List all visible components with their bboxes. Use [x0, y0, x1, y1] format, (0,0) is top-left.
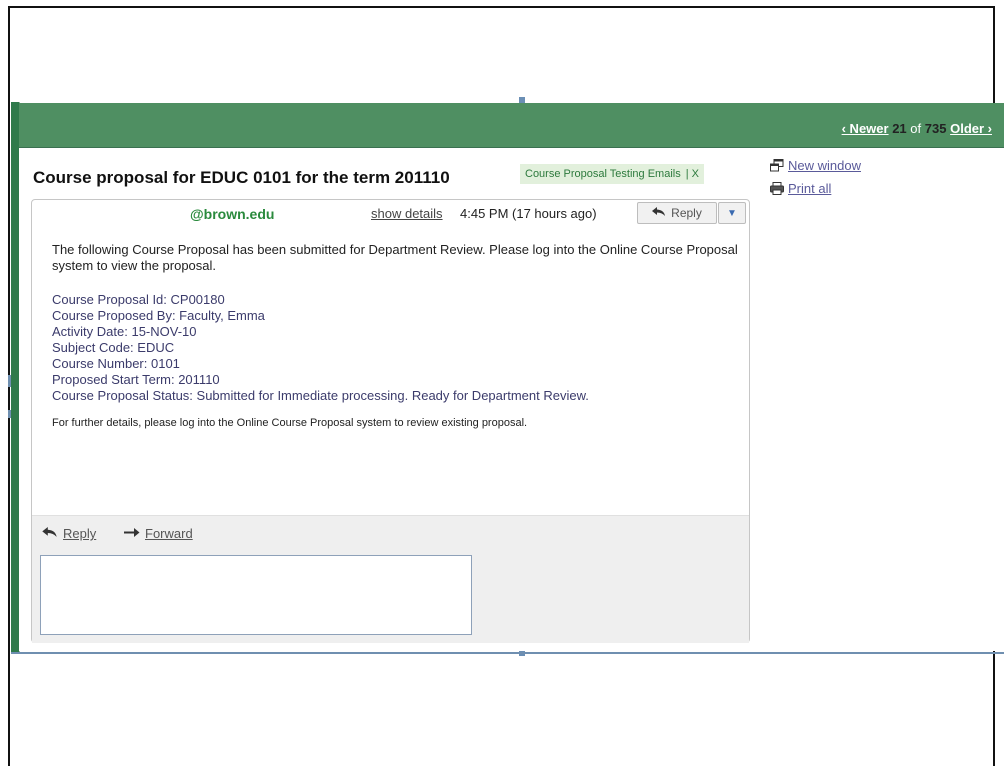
detail-line: Course Proposed By: Faculty, Emma — [52, 308, 265, 323]
more-options-button[interactable]: ▼ — [718, 202, 746, 224]
detail-line: Course Proposal Status: Submitted for Im… — [52, 388, 589, 403]
reply-button-label: Reply — [671, 206, 702, 220]
of-label: of — [910, 121, 922, 136]
printer-icon — [770, 182, 788, 195]
message-body: The following Course Proposal has been s… — [52, 242, 742, 430]
total-count: 735 — [924, 121, 947, 136]
forward-arrow-icon — [124, 526, 140, 541]
detail-line: Subject Code: EDUC — [52, 340, 175, 355]
detail-line: Course Number: 0101 — [52, 356, 180, 371]
message-card: @brown.edu show details 4:45 PM (17 hour… — [31, 199, 750, 643]
reply-arrow-icon — [42, 526, 58, 541]
message-footer: For further details, please log into the… — [52, 417, 528, 429]
message-header: @brown.edu show details 4:45 PM (17 hour… — [32, 200, 749, 228]
reply-button[interactable]: Reply — [637, 202, 717, 224]
detail-line: Proposed Start Term: 201110 — [52, 372, 220, 387]
current-index: 21 — [892, 121, 907, 136]
remove-label-button[interactable]: | X — [686, 168, 699, 180]
email-subject: Course proposal for EDUC 0101 for the te… — [33, 168, 450, 187]
new-window-icon — [770, 159, 788, 172]
show-details-link[interactable]: show details — [371, 206, 443, 221]
detail-line: Activity Date: 15-NOV-10 — [52, 324, 197, 339]
reply-textbox[interactable] — [40, 555, 472, 635]
proposal-details: Course Proposal Id: CP00180 Course Propo… — [52, 292, 742, 404]
reply-arrow-icon — [652, 206, 666, 220]
older-link[interactable]: Older › — [950, 121, 992, 136]
sender-address[interactable]: @brown.edu — [190, 206, 274, 222]
conversation-pager: ‹ Newer 21 of 735 Older › — [842, 121, 992, 136]
label-chip[interactable]: Course Proposal Testing Emails | X — [520, 164, 705, 184]
new-window-link[interactable]: New window — [788, 158, 861, 173]
reply-link[interactable]: Reply — [63, 526, 96, 541]
new-window-action[interactable]: New window — [770, 158, 861, 173]
message-time: 4:45 PM (17 hours ago) — [460, 206, 597, 221]
forward-action[interactable]: Forward — [124, 526, 193, 541]
print-all-link[interactable]: Print all — [788, 181, 831, 196]
side-actions: New window Print all — [770, 158, 861, 204]
reply-action[interactable]: Reply — [42, 526, 96, 541]
print-all-action[interactable]: Print all — [770, 181, 861, 196]
label-name: Course Proposal Testing Emails — [525, 168, 681, 180]
dropdown-arrow-icon: ▼ — [727, 207, 737, 219]
newer-link[interactable]: ‹ Newer — [842, 121, 889, 136]
message-intro: The following Course Proposal has been s… — [52, 242, 738, 273]
reply-area: Reply Forward — [32, 515, 749, 643]
detail-line: Course Proposal Id: CP00180 — [52, 292, 225, 307]
forward-link[interactable]: Forward — [145, 526, 193, 541]
